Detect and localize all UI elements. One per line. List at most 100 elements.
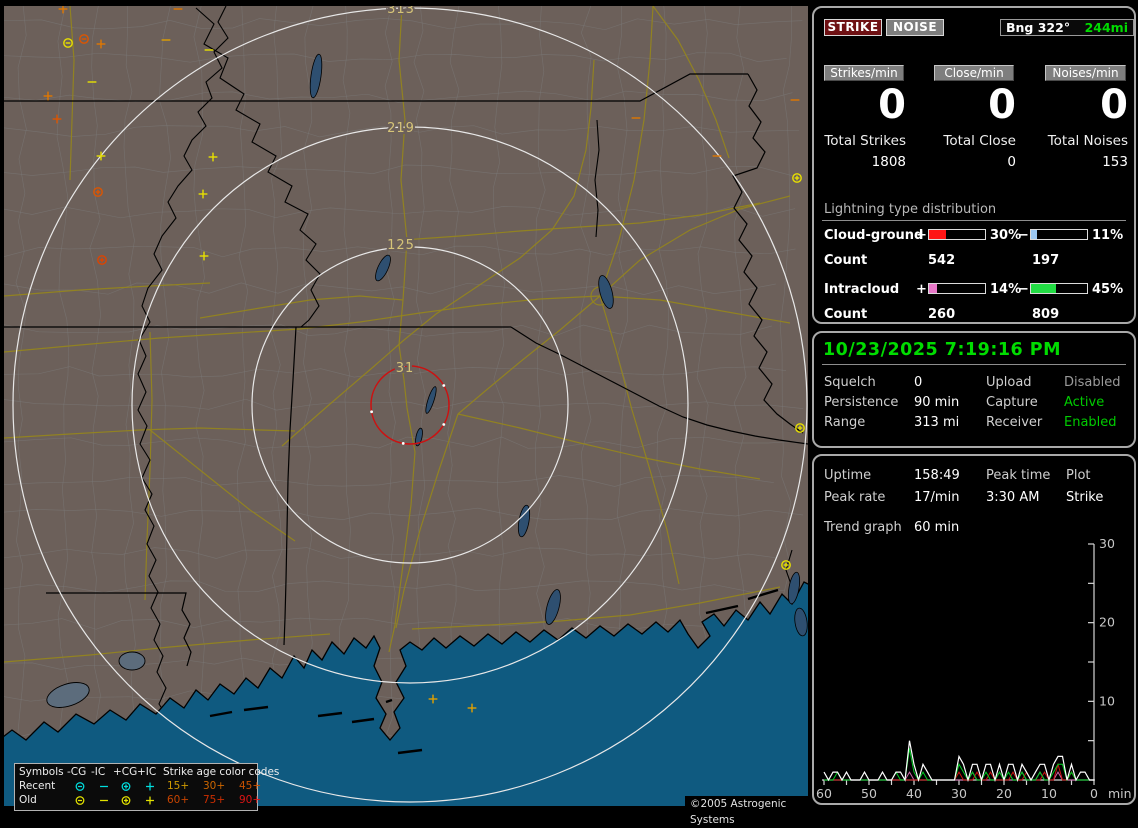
negative-bar — [1030, 229, 1088, 240]
positive-bar — [928, 283, 986, 294]
x-tick-label: 40 — [906, 786, 922, 801]
negative-count: 197 — [1032, 253, 1059, 268]
positive-percent: 14% — [990, 282, 1021, 297]
strike-ic+-icon — [146, 783, 154, 791]
minus-sign: − — [1018, 228, 1029, 243]
field-strike: Strike — [1066, 490, 1103, 505]
datetime-display: 10/23/2025 7:19:16 PM — [823, 340, 1061, 360]
field-uptime: Uptime — [824, 468, 871, 483]
strike-cg+-icon — [122, 797, 130, 805]
legend-type-header: +CG — [113, 766, 137, 778]
strike-cg--icon — [76, 783, 84, 791]
legend-age-value: 45+ — [239, 780, 261, 792]
range-ring-label: 313 — [387, 6, 415, 17]
x-tick-label: 10 — [1041, 786, 1057, 801]
bearing-range-value: 244mi — [1085, 20, 1128, 35]
strike-cg--icon — [76, 797, 84, 805]
divider — [822, 364, 1126, 365]
rate-button-1[interactable]: Close/min — [934, 65, 1014, 81]
field-upload: Upload — [986, 375, 1032, 390]
field-313-mi: 313 mi — [914, 415, 959, 430]
ring-dot — [442, 423, 445, 426]
range-ring-label: 219 — [387, 121, 415, 136]
total-label-1: Total Close — [896, 133, 1016, 149]
legend-type-header: +IC — [137, 766, 156, 778]
field-squelch: Squelch — [824, 375, 876, 390]
x-axis-unit: min — [1108, 786, 1132, 801]
legend-type-header: -IC — [91, 766, 105, 778]
negative-bar — [1030, 283, 1088, 294]
trend-panel: Uptime 158:49 Peak time Plot Peak rate 17/min… — [812, 454, 1136, 805]
ring-dot — [442, 384, 445, 387]
field-capture: Capture — [986, 395, 1038, 410]
negative-bar-fill — [1031, 230, 1037, 239]
plus-sign: + — [916, 282, 927, 297]
x-tick-label: 30 — [951, 786, 967, 801]
field-0: 0 — [914, 375, 922, 390]
total-value-0: 1808 — [786, 154, 906, 170]
strike-ic+-icon — [146, 797, 154, 805]
bearing-value: Bng 322° — [1006, 20, 1070, 35]
strike-stats-panel: STRIKE NOISE Bng 322° 244mi Strikes/min C… — [812, 6, 1136, 324]
legend-row-label: Recent — [19, 780, 55, 792]
ring-dot — [402, 442, 405, 445]
rate-value-1: 0 — [946, 82, 1016, 128]
positive-bar-fill — [929, 230, 946, 239]
rate-value-2: 0 — [1058, 82, 1128, 128]
plus-sign: + — [916, 228, 927, 243]
field-active: Active — [1064, 395, 1104, 410]
negative-bar-fill — [1031, 284, 1056, 293]
divider — [822, 220, 1126, 221]
field-disabled: Disabled — [1064, 375, 1120, 390]
noise-mode-button[interactable]: NOISE — [886, 19, 944, 36]
x-tick-label: 60 — [816, 786, 832, 801]
distribution-row-label: Intracloud — [824, 282, 899, 297]
field-peak-rate: Peak rate — [824, 490, 885, 505]
positive-bar — [928, 229, 986, 240]
positive-percent: 30% — [990, 228, 1021, 243]
map-view[interactable]: 31321912531 Symbols-CG-IC+CG+ICStrike ag… — [4, 6, 808, 806]
bearing-readout: Bng 322° 244mi — [1000, 19, 1134, 36]
y-tick-label: 10 — [1099, 693, 1115, 708]
x-tick-label: 50 — [861, 786, 877, 801]
lightning-map[interactable]: 313 219 125 31 — [4, 6, 808, 806]
total-label-2: Total Noises — [1008, 133, 1128, 149]
legend-row-label: Old — [19, 794, 37, 806]
x-tick-label: 20 — [996, 786, 1012, 801]
copyright-label: ©2005 Astrogenic Systems — [685, 796, 813, 812]
count-label: Count — [824, 307, 867, 322]
positive-count: 542 — [928, 253, 955, 268]
field-90-min: 90 min — [914, 395, 959, 410]
trend-graph: 1020306050403020100min — [814, 532, 1136, 802]
range-ring-label: 125 — [387, 238, 415, 253]
strike-mode-button[interactable]: STRIKE — [824, 19, 882, 36]
y-tick-label: 30 — [1099, 536, 1115, 551]
rate-button-0[interactable]: Strikes/min — [824, 65, 904, 81]
field-receiver: Receiver — [986, 415, 1042, 430]
negative-count: 809 — [1032, 307, 1059, 322]
status-panel: 10/23/2025 7:19:16 PM Squelch 0 Upload Disa… — [812, 331, 1136, 448]
field-3-30-am: 3:30 AM — [986, 490, 1039, 505]
field-17-min: 17/min — [914, 490, 959, 505]
x-tick-label: 0 — [1090, 786, 1098, 801]
symbols-legend: Symbols-CG-IC+CG+ICStrike age color code… — [14, 763, 258, 811]
legend-age-value: 75+ — [203, 794, 225, 806]
legend-age-value: 60+ — [167, 794, 189, 806]
legend-symbols-header: Symbols — [19, 766, 64, 778]
rate-button-2[interactable]: Noises/min — [1045, 65, 1126, 81]
positive-count: 260 — [928, 307, 955, 322]
field-persistence: Persistence — [824, 395, 898, 410]
field-158-49: 158:49 — [914, 468, 960, 483]
minus-sign: − — [1018, 282, 1029, 297]
app-window: 31321912531 Symbols-CG-IC+CG+ICStrike ag… — [0, 0, 1138, 812]
total-value-2: 153 — [1008, 154, 1128, 170]
field-plot: Plot — [1066, 468, 1091, 483]
distribution-row-label: Cloud-ground — [824, 228, 923, 243]
total-value-1: 0 — [896, 154, 1016, 170]
rate-value-0: 0 — [836, 82, 906, 128]
ring-dot — [370, 410, 373, 413]
field-peak-time: Peak time — [986, 468, 1050, 483]
distribution-title: Lightning type distribution — [824, 202, 996, 217]
legend-age-value: 15+ — [167, 780, 189, 792]
range-ring-label: 31 — [396, 361, 415, 376]
